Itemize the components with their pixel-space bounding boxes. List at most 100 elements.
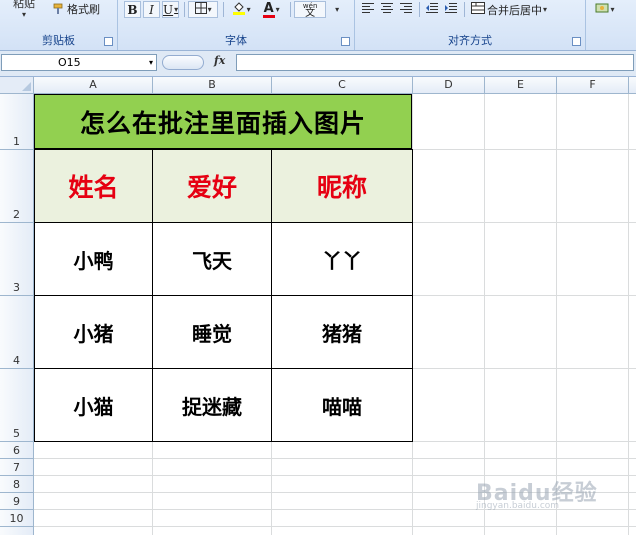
toolbar-separator — [419, 2, 420, 17]
row-header-2[interactable]: 2 — [0, 150, 34, 223]
increase-indent-button[interactable] — [442, 1, 459, 18]
paste-label: 粘贴 — [13, 0, 35, 10]
toolbar-separator — [290, 2, 292, 17]
row-header-4[interactable]: 4 — [0, 296, 34, 369]
borders-button[interactable]: ▾ — [188, 1, 219, 18]
number-toolbar-row: ▾ — [592, 0, 620, 19]
row-number: 1 — [13, 135, 20, 148]
increase-indent-icon — [444, 2, 458, 17]
merge-center-button[interactable]: 合并后居中 ▾ — [468, 1, 550, 18]
row-number: 3 — [13, 281, 20, 294]
align-right-icon — [399, 2, 413, 17]
chevron-down-icon: ▾ — [543, 5, 548, 14]
row-header-3[interactable]: 3 — [0, 223, 34, 296]
header-cell-hobby[interactable]: 爱好 — [152, 149, 272, 223]
column-header-g[interactable] — [629, 77, 636, 94]
phonetic-char: 文 — [305, 7, 316, 19]
data-cell-b4[interactable]: 睡觉 — [152, 295, 272, 369]
align-left-button[interactable] — [359, 1, 376, 18]
row-number: 10 — [9, 512, 24, 525]
phonetic-button[interactable]: wén 文 — [294, 1, 327, 19]
row-header-10[interactable]: 10 — [0, 510, 34, 527]
merge-center-label: 合并后居中 — [487, 3, 542, 17]
toolbar-separator — [184, 2, 186, 17]
merge-cells-icon — [471, 2, 485, 17]
chevron-down-icon[interactable]: ▾ — [149, 55, 153, 70]
underline-label: U — [163, 2, 174, 17]
data-cell-c4[interactable]: 猪猪 — [271, 295, 413, 369]
select-all-button[interactable] — [0, 77, 34, 94]
italic-button[interactable]: I — [143, 1, 160, 18]
decrease-indent-button[interactable] — [423, 1, 440, 18]
fill-color-button[interactable]: ▾ — [227, 1, 255, 18]
format-painter-button[interactable]: 格式刷 — [52, 0, 112, 17]
column-header-b[interactable]: B — [153, 77, 272, 94]
formula-input[interactable] — [236, 54, 634, 71]
font-color-button[interactable]: A ▾ — [257, 1, 285, 18]
clipboard-group: 粘贴 ▾ 格式刷 剪贴板 — [0, 0, 118, 50]
row-header-9[interactable]: 9 — [0, 493, 34, 510]
ribbon: 粘贴 ▾ 格式刷 剪贴板 B I U ▾ ▾ ▾ A ▾ wén 文 ▾ 字体 … — [0, 0, 636, 51]
alignment-toolbar-row: 合并后居中 ▾ — [359, 0, 552, 19]
column-header-f[interactable]: F — [557, 77, 629, 94]
align-center-icon — [380, 2, 394, 17]
formula-controls: fx — [160, 54, 234, 71]
font-group-label: 字体 — [225, 34, 247, 47]
column-header-a[interactable]: A — [34, 77, 153, 94]
alignment-group: 合并后居中 ▾ 对齐方式 — [355, 0, 586, 50]
row-header-5[interactable]: 5 — [0, 369, 34, 442]
clipboard-group-label: 剪贴板 — [42, 34, 75, 47]
chevron-down-icon: ▾ — [335, 5, 340, 14]
formula-bar: O15 ▾ fx — [0, 51, 636, 77]
alignment-group-label: 对齐方式 — [448, 34, 492, 47]
align-left-icon — [361, 2, 375, 17]
row-header-8[interactable]: 8 — [0, 476, 34, 493]
name-box-value: O15 — [58, 56, 81, 69]
accounting-format-button[interactable]: ▾ — [592, 1, 618, 18]
row-header-6[interactable]: 6 — [0, 442, 34, 459]
paste-dropdown-icon[interactable]: ▾ — [22, 10, 26, 19]
clipboard-dialog-launcher[interactable] — [104, 37, 113, 46]
data-cell-c5[interactable]: 喵喵 — [271, 368, 413, 442]
chevron-down-icon: ▾ — [207, 5, 212, 14]
formula-bar-resize-handle[interactable] — [162, 55, 204, 70]
row-number: 4 — [13, 354, 20, 367]
data-cell-b5[interactable]: 捉迷藏 — [152, 368, 272, 442]
chevron-down-icon: ▾ — [275, 5, 280, 14]
data-cell-a3[interactable]: 小鸭 — [34, 222, 153, 296]
underline-button[interactable]: U ▾ — [162, 1, 180, 18]
decrease-indent-icon — [425, 2, 439, 17]
row-number: 9 — [13, 495, 20, 508]
chevron-down-icon: ▾ — [174, 5, 179, 14]
data-cell-a5[interactable]: 小猫 — [34, 368, 153, 442]
row-header-11[interactable] — [0, 527, 34, 535]
name-box[interactable]: O15 ▾ — [1, 54, 157, 71]
paint-bucket-icon — [232, 1, 246, 18]
insert-function-button[interactable]: fx — [214, 54, 225, 67]
row-header-7[interactable]: 7 — [0, 459, 34, 476]
data-cell-c3[interactable]: 丫丫 — [271, 222, 413, 296]
bold-button[interactable]: B — [124, 1, 141, 18]
gridline — [484, 94, 485, 535]
chevron-down-icon: ▾ — [610, 5, 615, 14]
currency-icon — [595, 2, 609, 17]
watermark-url: jingyan.baidu.com — [476, 501, 560, 511]
align-center-button[interactable] — [378, 1, 395, 18]
toolbar-separator — [223, 2, 225, 17]
row-header-1[interactable]: 1 — [0, 94, 34, 150]
column-header-d[interactable]: D — [413, 77, 485, 94]
header-cell-name[interactable]: 姓名 — [34, 149, 153, 223]
header-cell-nickname[interactable]: 昵称 — [271, 149, 413, 223]
row-number: 2 — [13, 208, 20, 221]
font-color-icon: A — [262, 2, 275, 18]
gridline — [34, 526, 636, 527]
data-cell-a4[interactable]: 小猪 — [34, 295, 153, 369]
align-right-button[interactable] — [397, 1, 414, 18]
title-cell[interactable]: 怎么在批注里面插入图片 — [34, 94, 412, 149]
alignment-dialog-launcher[interactable] — [572, 37, 581, 46]
phonetic-dropdown[interactable]: ▾ — [328, 1, 345, 18]
font-dialog-launcher[interactable] — [341, 37, 350, 46]
column-header-c[interactable]: C — [272, 77, 413, 94]
column-header-e[interactable]: E — [485, 77, 557, 94]
data-cell-b3[interactable]: 飞天 — [152, 222, 272, 296]
